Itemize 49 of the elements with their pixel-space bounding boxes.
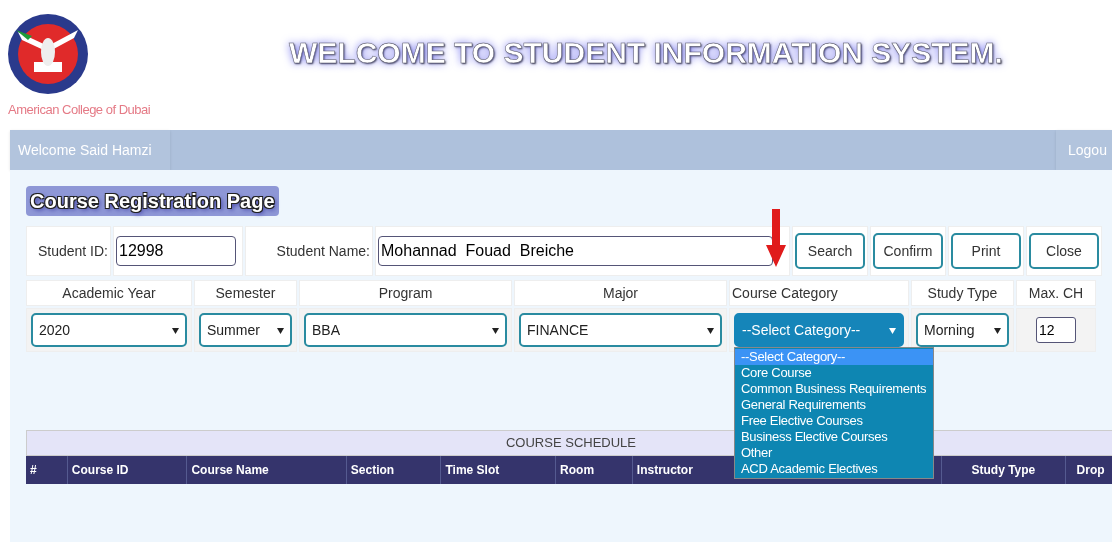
- dropdown-option[interactable]: Common Business Requirements: [735, 381, 933, 397]
- caret-icon: [889, 326, 896, 334]
- caret-icon: [492, 326, 499, 334]
- college-name: American College of Dubai: [8, 101, 151, 119]
- column-header: #: [26, 456, 68, 484]
- column-label: Max. CH: [1028, 283, 1084, 303]
- column-label: Major: [603, 283, 638, 303]
- schedule-title: COURSE SCHEDULE: [506, 434, 636, 453]
- arrow-icon: [766, 209, 786, 267]
- column-label: Study Type: [927, 283, 998, 303]
- student-name-label: Student Name:: [276, 241, 370, 261]
- dropdown[interactable]: Summer: [199, 313, 292, 347]
- student-id-label: Student ID:: [37, 241, 108, 261]
- column-header: Course ID: [67, 456, 188, 484]
- column-header: Course Name: [187, 456, 347, 484]
- column-label: Semester: [215, 283, 276, 303]
- student-name-field[interactable]: Mohannad Fouad Breiche: [378, 236, 773, 266]
- column-header: Study Type: [941, 456, 1067, 484]
- section-title: Course Registration Page: [26, 186, 279, 216]
- dropdown[interactable]: 2020: [31, 313, 187, 347]
- dropdown[interactable]: --Select Category--: [734, 313, 904, 347]
- welcome-label: Welcome Said Hamzi: [10, 130, 170, 170]
- caret-icon: [172, 326, 179, 334]
- page-heading: WELCOME TO STUDENT INFORMATION SYSTEM.: [289, 35, 1003, 71]
- column-label: Academic Year: [62, 283, 156, 303]
- dropdown-option[interactable]: General Requirements: [735, 397, 933, 413]
- dropdown-option[interactable]: Other: [735, 445, 933, 461]
- dropdown[interactable]: FINANCE: [519, 313, 722, 347]
- max-ch-field[interactable]: 12: [1036, 317, 1076, 343]
- column-header: Time Slot: [441, 456, 557, 484]
- caret-icon: [707, 326, 714, 334]
- action-button[interactable]: Print: [951, 233, 1021, 269]
- dropdown[interactable]: BBA: [304, 313, 507, 347]
- caret-icon: [277, 326, 284, 334]
- caret-icon: [994, 326, 1001, 334]
- column-label: Program: [378, 283, 433, 303]
- column-label: Course Category: [732, 283, 838, 303]
- column-header: Drop: [1066, 456, 1112, 484]
- action-button[interactable]: Confirm: [873, 233, 943, 269]
- student-id-field[interactable]: 12998: [116, 236, 236, 266]
- action-button[interactable]: Search: [795, 233, 865, 269]
- dropdown-option[interactable]: Free Elective Courses: [735, 413, 933, 429]
- column-header: Section: [346, 456, 442, 484]
- dropdown-option[interactable]: Business Elective Courses: [735, 429, 933, 445]
- column-header: Room: [556, 456, 633, 484]
- action-button[interactable]: Close: [1029, 233, 1099, 269]
- dropdown-option[interactable]: ACD Academic Electives: [735, 461, 933, 477]
- dropdown[interactable]: Morning: [916, 313, 1009, 347]
- dropdown-option[interactable]: Core Course: [735, 365, 933, 381]
